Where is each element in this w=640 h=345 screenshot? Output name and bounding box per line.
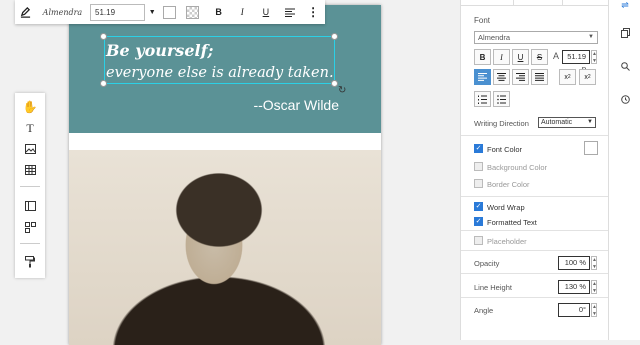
bold-button[interactable]: B — [207, 0, 231, 24]
panel-tabs — [461, 0, 609, 6]
edit-text-icon[interactable] — [15, 0, 37, 24]
design-page[interactable]: Be yourself; everyone else is already ta… — [69, 5, 381, 345]
line-height-label: Line Height — [474, 283, 512, 292]
hand-icon[interactable]: ✋ — [15, 98, 45, 116]
panel-bold-button[interactable]: B — [474, 49, 491, 65]
underline-button[interactable]: U — [254, 0, 278, 24]
font-heading: Font — [474, 16, 491, 25]
font-size-dropdown-icon[interactable]: ▼ — [145, 0, 159, 24]
font-size-stepper[interactable]: ▲ ▼ — [591, 50, 597, 64]
arrange-icon[interactable] — [15, 218, 45, 236]
section-divider — [461, 250, 609, 251]
formatted-text-checkbox[interactable]: ✓ — [474, 217, 483, 226]
align-right-button[interactable] — [512, 69, 529, 85]
writing-direction-label: Writing Direction — [474, 119, 529, 128]
resize-handle-bottom-right[interactable] — [331, 80, 338, 87]
properties-icon[interactable]: ⇌ — [609, 0, 640, 11]
panel-font-size-input[interactable]: 51.19 p — [562, 50, 590, 73]
history-icon[interactable] — [609, 95, 640, 106]
toolbar-font-size[interactable]: 51.19 — [90, 3, 146, 21]
right-icon-rail: ⇌ — [608, 0, 640, 340]
panel-underline-button[interactable]: U — [512, 49, 529, 65]
align-icon[interactable] — [278, 0, 302, 24]
quote-author[interactable]: --Oscar Wilde — [253, 97, 339, 113]
panel-tab[interactable] — [513, 0, 563, 6]
table-icon[interactable] — [15, 161, 45, 179]
panel-italic-button[interactable]: I — [493, 49, 510, 65]
writing-direction-value: Automatic — [541, 119, 573, 126]
opacity-stepper[interactable]: ▲ ▼ — [591, 256, 597, 270]
tools-divider — [20, 186, 40, 187]
font-family-value: Almendra — [478, 33, 511, 42]
line-height-input[interactable]: 130 % — [558, 280, 590, 294]
formatted-text-label: Formatted Text — [487, 218, 537, 227]
border-color-checkbox[interactable] — [474, 179, 483, 188]
numbered-list-button[interactable] — [474, 91, 491, 107]
chevron-down-icon: ▼ — [588, 34, 594, 40]
line-height-stepper[interactable]: ▲ ▼ — [591, 280, 597, 294]
background-color-swatch[interactable] — [185, 5, 199, 19]
tools-divider — [20, 243, 40, 244]
paint-roller-icon[interactable] — [15, 253, 45, 271]
text-selection-box[interactable] — [104, 36, 335, 84]
layers-icon[interactable] — [609, 28, 640, 40]
toolbar-font-name[interactable]: Almendra — [37, 8, 86, 17]
text-toolbar: Almendra 51.19 ▼ B I U ⋮ — [15, 0, 325, 24]
angle-label: Angle — [474, 306, 494, 315]
portrait-photo[interactable] — [69, 150, 381, 345]
font-size-icon: A — [553, 51, 560, 61]
chevron-down-icon: ▼ — [587, 119, 593, 125]
resize-handle-bottom-left[interactable] — [100, 80, 107, 87]
resize-handle-top-left[interactable] — [100, 33, 107, 40]
background-color-label: Background Color — [487, 163, 548, 172]
font-color-swatch-panel[interactable] — [584, 141, 598, 155]
placeholder-label: Placeholder — [487, 237, 527, 246]
quote-banner[interactable]: Be yourself; everyone else is already ta… — [69, 5, 381, 133]
word-wrap-label: Word Wrap — [487, 203, 525, 212]
writing-direction-select[interactable]: Automatic ▼ — [538, 117, 596, 128]
resize-handle-top-right[interactable] — [331, 33, 338, 40]
editor-canvas-area: Be yourself; everyone else is already ta… — [0, 0, 460, 345]
panel-strikethrough-button[interactable]: S — [531, 49, 548, 65]
word-wrap-checkbox[interactable]: ✓ — [474, 202, 483, 211]
section-divider — [461, 297, 609, 298]
opacity-label: Opacity — [474, 259, 500, 268]
font-family-select[interactable]: Almendra ▼ — [474, 31, 598, 44]
italic-button[interactable]: I — [230, 0, 254, 24]
bullet-list-button[interactable] — [493, 91, 510, 107]
align-left-button[interactable] — [474, 69, 491, 85]
align-center-button[interactable] — [493, 69, 510, 85]
rotate-handle-icon[interactable]: ↻ — [338, 85, 346, 96]
font-color-checkbox[interactable]: ✓ — [474, 144, 483, 153]
align-justify-button[interactable] — [531, 69, 548, 85]
text-icon[interactable]: T — [15, 119, 45, 137]
opacity-input[interactable]: 100 % — [558, 256, 590, 270]
section-divider — [461, 273, 609, 274]
placeholder-checkbox[interactable] — [474, 236, 483, 245]
image-icon[interactable] — [15, 140, 45, 158]
more-vertical-icon[interactable]: ⋮ — [301, 0, 325, 24]
font-color-label: Font Color — [487, 145, 523, 154]
angle-input[interactable]: 0° — [558, 303, 590, 317]
left-tools-panel: ✋ T — [15, 93, 45, 278]
section-divider — [461, 230, 609, 231]
section-divider — [461, 135, 609, 136]
layout-icon[interactable] — [15, 197, 45, 215]
angle-stepper[interactable]: ▲ ▼ — [591, 303, 597, 317]
search-icon[interactable] — [609, 62, 640, 73]
superscript-button[interactable]: x2 — [579, 69, 596, 85]
border-color-label: Border Color — [487, 180, 530, 189]
font-color-swatch[interactable] — [163, 5, 176, 19]
background-color-checkbox[interactable] — [474, 162, 483, 171]
properties-panel: Font Almendra ▼ B I U S A 51.19 p ▲▼ x2 x… — [460, 0, 609, 340]
subscript-button[interactable]: x2 — [559, 69, 576, 85]
section-divider — [461, 196, 609, 197]
